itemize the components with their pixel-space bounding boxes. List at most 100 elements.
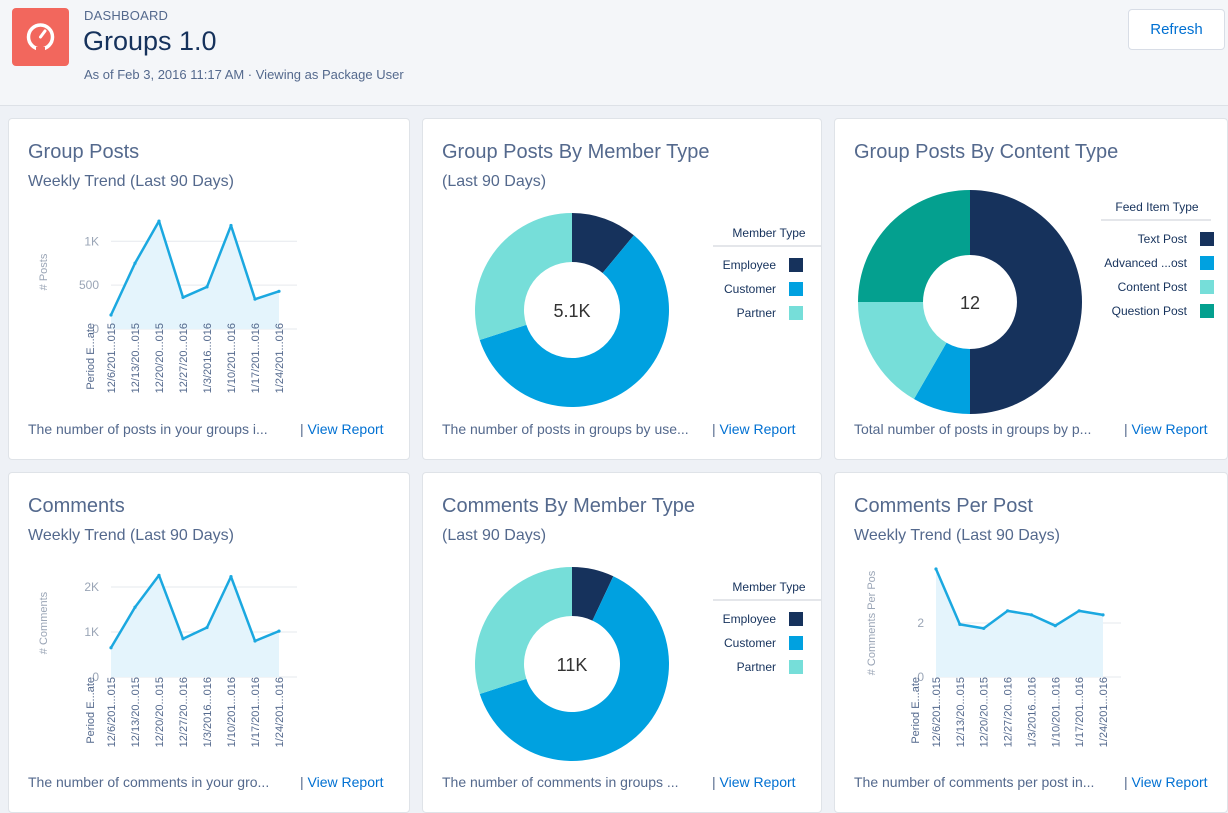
x-tick-label: 1/10/201...016 [226, 323, 238, 393]
legend-swatch [789, 660, 803, 674]
comments-card: Comments Weekly Trend (Last 90 Days) 0 1K… [8, 472, 410, 813]
view-report-link[interactable]: View Report [1124, 774, 1208, 790]
data-point [109, 313, 113, 317]
area-fill [111, 221, 279, 329]
legend-label: Employee [723, 258, 777, 272]
legend-swatch [1200, 256, 1214, 270]
x-tick-label: 1/3/2016...016 [202, 323, 214, 393]
comments-member-type-donut-chart: 11K Member Type Employee Customer Partner [475, 567, 821, 762]
dashboard-title: Groups 1.0 [83, 26, 217, 56]
data-point [181, 637, 185, 641]
center-label: 12 [960, 293, 980, 313]
data-point [157, 219, 161, 223]
data-point [1029, 613, 1034, 617]
x-tick-label: 12/20/20...015 [979, 677, 991, 747]
legend-swatch [789, 636, 803, 650]
x-tick-label: 12/6/201...015 [106, 323, 118, 393]
x-axis-title: Period E...ate [910, 677, 922, 744]
legend-title: Member Type [732, 226, 805, 240]
data-point [133, 261, 137, 265]
legend-title: Member Type [732, 580, 805, 594]
data-point [229, 223, 233, 228]
view-report-link[interactable]: View Report [1124, 421, 1208, 437]
data-point [1005, 609, 1010, 613]
x-tick-label: 1/10/201...016 [1050, 677, 1062, 747]
x-tick-label: 1/24/201...016 [274, 323, 286, 393]
donut-slice [858, 190, 970, 302]
y-tick-label: 2K [84, 580, 99, 594]
data-point [253, 639, 257, 643]
legend-swatch [789, 612, 803, 626]
data-point [982, 626, 986, 630]
legend-label: Advanced ...ost [1104, 256, 1187, 270]
center-label: 11K [557, 655, 588, 675]
area-fill [111, 575, 279, 677]
dashboard-timestamp: As of Feb 3, 2016 11:17 AM · Viewing as … [84, 67, 404, 82]
x-tick-label: 12/13/20...015 [130, 323, 142, 393]
data-point [157, 573, 161, 577]
x-tick-label: 12/6/201...015 [106, 677, 118, 747]
center-label: 5.1K [553, 301, 590, 321]
data-point [181, 295, 185, 300]
y-tick-label: 2 [917, 616, 924, 630]
data-point [1077, 609, 1081, 613]
legend-swatch [1200, 232, 1214, 246]
comments-line-chart: 01K2KPeriod E...ate 12/6/201...015 12/13/2… [38, 573, 297, 747]
x-tick-label: 12/27/20...016 [178, 323, 190, 393]
card-description: Total number of posts in groups by p... [854, 421, 1092, 437]
data-point [934, 567, 938, 571]
card-description: The number of comments in your gro... [28, 774, 270, 790]
group-posts-line-chart: 05001KPeriod E...ate 12/6/201...015 12/13/… [38, 219, 297, 393]
comments-per-post-line-chart: 02Period E...ate 12/6/201...015 12/13/20..… [866, 567, 1121, 747]
data-point [1101, 613, 1105, 617]
data-point [253, 297, 257, 301]
data-point [958, 622, 962, 626]
group-posts-by-member-type-card: Group Posts By Member Type (Last 90 Days… [422, 118, 822, 460]
comments-by-member-type-card: Comments By Member Type (Last 90 Days) 1… [422, 472, 822, 813]
x-tick-label: 1/3/2016...016 [1026, 677, 1038, 747]
data-point [229, 575, 233, 579]
legend-swatch [789, 306, 803, 320]
dashboard-type-label: DASHBOARD [84, 8, 169, 23]
refresh-button[interactable]: Refresh [1128, 9, 1225, 50]
legend-label: Content Post [1118, 280, 1188, 294]
x-tick-label: 12/27/20...016 [1003, 677, 1015, 747]
x-tick-label: 12/13/20...015 [130, 677, 142, 747]
legend-label: Employee [723, 612, 777, 626]
dashboard-header: DASHBOARD Groups 1.0 As of Feb 3, 2016 1… [0, 0, 1228, 106]
view-report-link[interactable]: View Report [712, 421, 796, 437]
gauge-icon [12, 8, 69, 66]
legend-swatch [789, 282, 803, 296]
x-tick-label: 1/10/201...016 [226, 677, 238, 747]
view-report-link[interactable]: View Report [300, 774, 384, 790]
view-report-link[interactable]: View Report [712, 774, 796, 790]
data-point [205, 285, 209, 289]
y-tick-label: 1K [84, 234, 99, 248]
x-tick-label: 12/27/20...016 [178, 677, 190, 747]
x-tick-label: 12/13/20...015 [955, 677, 967, 747]
data-point [133, 605, 137, 609]
data-point [277, 629, 281, 633]
x-axis-title: Period E...ate [85, 677, 97, 744]
x-tick-label: 1/24/201...016 [1098, 677, 1110, 747]
x-tick-label: 1/3/2016...016 [202, 677, 214, 747]
x-axis-title: Period E...ate [85, 323, 97, 390]
view-report-link[interactable]: View Report [300, 421, 384, 437]
legend-swatch [789, 258, 803, 272]
y-tick-label: 500 [79, 278, 99, 292]
legend-swatch [1200, 280, 1214, 294]
x-tick-label: 1/17/201...016 [250, 677, 262, 747]
card-description: The number of posts in your groups i... [28, 421, 268, 437]
legend-title: Feed Item Type [1115, 200, 1198, 214]
legend-label: Text Post [1138, 232, 1188, 246]
comments-per-post-card: Comments Per Post Weekly Trend (Last 90 … [834, 472, 1228, 813]
member-type-donut-chart: 5.1K Member Type Employee Customer Partner [475, 213, 821, 408]
x-tick-label: 12/20/20...015 [154, 677, 166, 747]
x-tick-label: 1/17/201...016 [1074, 677, 1086, 747]
donut-slice [970, 190, 1082, 414]
card-description: The number of comments in groups ... [442, 774, 679, 790]
y-axis-label: # Comments Per Pos [866, 570, 878, 675]
y-axis-label: # Comments [38, 591, 50, 654]
legend-swatch [1200, 304, 1214, 318]
data-point [277, 289, 281, 293]
